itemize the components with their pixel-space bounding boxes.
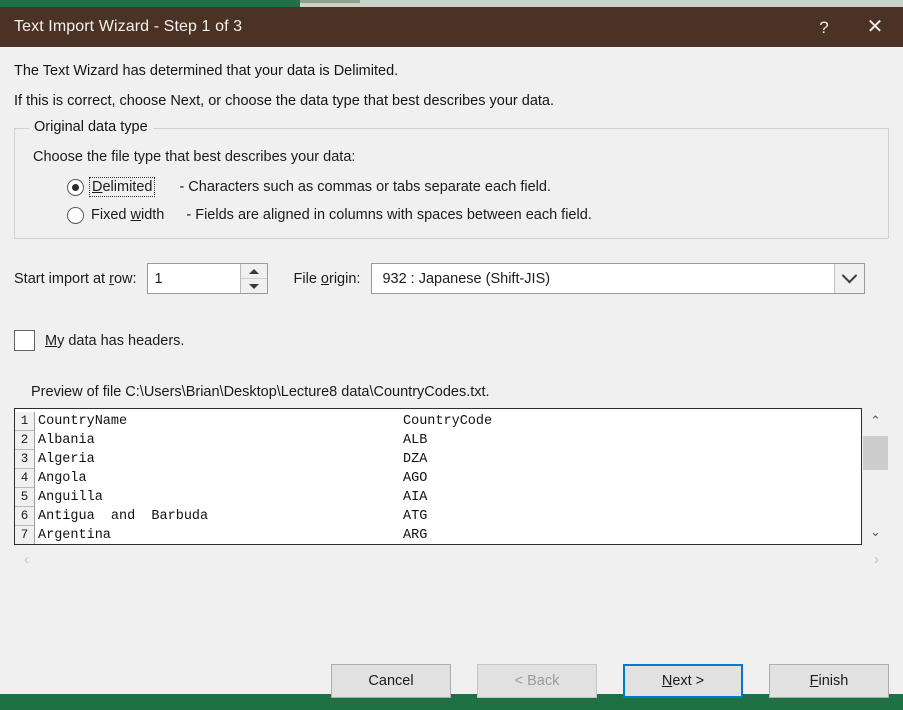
my-data-has-headers-row[interactable]: My data has headers.: [14, 330, 889, 351]
text-import-wizard-dialog: Text Import Wizard - Step 1 of 3 ? ✕ The…: [0, 7, 903, 694]
my-data-has-headers-checkbox[interactable]: [14, 330, 35, 351]
spin-up-icon[interactable]: [241, 264, 267, 279]
line-number: 5: [15, 488, 34, 507]
file-origin-select[interactable]: 932 : Japanese (Shift-JIS): [371, 263, 865, 294]
scroll-up-icon[interactable]: ⌃: [870, 408, 881, 434]
preview-cell-name: Albania: [35, 431, 403, 450]
chevron-down-icon[interactable]: [834, 264, 864, 293]
preview-row: CountryName CountryCode: [35, 412, 861, 431]
preview-file-label: Preview of file C:\Users\Brian\Desktop\L…: [31, 384, 889, 400]
next-button[interactable]: Next >: [623, 664, 743, 698]
preview-cell-code: DZA: [403, 450, 861, 469]
cancel-button[interactable]: Cancel: [331, 664, 451, 698]
file-origin-value[interactable]: 932 : Japanese (Shift-JIS): [372, 271, 834, 287]
ribbon-middle: [300, 0, 903, 7]
group-inner: Choose the file type that best describes…: [15, 129, 888, 229]
preview-row: Antigua and Barbuda ATG: [35, 507, 861, 526]
line-number: 7: [15, 526, 34, 545]
row-start-import-and-origin: Start import at row: 1 File origin: 932 …: [14, 263, 889, 294]
preview-row: Albania ALB: [35, 431, 861, 450]
preview-horizontal-scrollbar[interactable]: ‹ ›: [14, 547, 889, 572]
preview-cell-name: Algeria: [35, 450, 403, 469]
preview-row: Algeria DZA: [35, 450, 861, 469]
line-number: 4: [15, 469, 34, 488]
spin-down-icon[interactable]: [241, 279, 267, 293]
preview-row: Argentina ARG: [35, 526, 861, 545]
preview-cell-code: AGO: [403, 469, 861, 488]
radio-delimited-label[interactable]: Delimited: [91, 179, 153, 195]
accel-m: M: [45, 333, 57, 349]
back-button: < Back: [477, 664, 597, 698]
preview-cell-name: Argentina: [35, 526, 403, 545]
accel-d: D: [92, 179, 102, 195]
accel-r: r: [109, 271, 114, 287]
dialog-titlebar: Text Import Wizard - Step 1 of 3 ? ✕: [0, 7, 903, 47]
start-row-stepper[interactable]: 1: [147, 263, 268, 294]
start-import-at-row-label: Start import at row:: [14, 271, 137, 287]
radio-fixed-width-icon[interactable]: [67, 207, 84, 224]
vertical-scroll-thumb[interactable]: [863, 436, 888, 470]
line-number: 1: [15, 412, 34, 431]
my-data-has-headers-label[interactable]: My data has headers.: [45, 333, 184, 349]
radio-fixed-width-label[interactable]: Fixed width: [91, 207, 164, 223]
original-data-type-group: Original data type Choose the file type …: [14, 128, 889, 239]
accel-f: F: [810, 673, 819, 689]
preview-cell-name: Angola: [35, 469, 403, 488]
group-legend: Original data type: [29, 119, 153, 135]
preview-cell-code: ARG: [403, 526, 861, 545]
start-row-spin-buttons[interactable]: [240, 264, 267, 293]
preview-cell-name: Antigua and Barbuda: [35, 507, 403, 526]
vertical-scroll-track[interactable]: [862, 434, 889, 519]
preview-area: 1 2 3 4 5 6 7 CountryName CountryCode Al…: [14, 408, 889, 545]
preview-rows: CountryName CountryCode Albania ALB Alge…: [35, 412, 861, 544]
radio-row-delimited[interactable]: Delimited - Characters such as commas or…: [67, 173, 888, 201]
start-row-input[interactable]: 1: [148, 264, 240, 293]
ribbon-tab: [300, 0, 360, 3]
radio-fixed-width-description: - Fields are aligned in columns with spa…: [186, 207, 591, 223]
radio-row-fixed-width[interactable]: Fixed width - Fields are aligned in colu…: [67, 201, 888, 229]
preview-cell-name: Anguilla: [35, 488, 403, 507]
scroll-right-icon[interactable]: ›: [874, 551, 879, 568]
preview-cell-code: ALB: [403, 431, 861, 450]
preview-cell-code: ATG: [403, 507, 861, 526]
preview-cell-code: CountryCode: [403, 412, 861, 431]
line-number: 6: [15, 507, 34, 526]
choose-file-type-label: Choose the file type that best describes…: [33, 149, 888, 165]
preview-line-gutter: 1 2 3 4 5 6 7: [15, 412, 35, 544]
ribbon-left: [0, 0, 300, 7]
intro-line-1: The Text Wizard has determined that your…: [14, 63, 889, 79]
preview-row: Anguilla AIA: [35, 488, 861, 507]
dialog-title: Text Import Wizard - Step 1 of 3: [14, 18, 242, 36]
preview-cell-name: CountryName: [35, 412, 403, 431]
line-number: 3: [15, 450, 34, 469]
file-origin-label: File origin:: [294, 271, 361, 287]
accel-w: w: [131, 207, 141, 223]
radio-delimited-description: - Characters such as commas or tabs sepa…: [179, 179, 551, 195]
dialog-body: The Text Wizard has determined that your…: [0, 63, 903, 710]
radio-delimited-icon[interactable]: [67, 179, 84, 196]
help-icon[interactable]: ?: [801, 7, 847, 47]
scroll-left-icon[interactable]: ‹: [24, 551, 29, 568]
accel-n: N: [662, 673, 672, 689]
intro-line-2: If this is correct, choose Next, or choo…: [14, 93, 889, 109]
dialog-button-bar: Cancel < Back Next > Finish: [0, 664, 903, 698]
preview-cell-code: AIA: [403, 488, 861, 507]
preview-pane[interactable]: 1 2 3 4 5 6 7 CountryName CountryCode Al…: [14, 408, 862, 545]
scroll-down-icon[interactable]: ⌄: [870, 519, 881, 545]
finish-button[interactable]: Finish: [769, 664, 889, 698]
preview-row: Angola AGO: [35, 469, 861, 488]
accel-o: o: [321, 271, 329, 287]
preview-vertical-scrollbar[interactable]: ⌃ ⌄: [862, 408, 889, 545]
line-number: 2: [15, 431, 34, 450]
close-icon[interactable]: ✕: [847, 7, 903, 47]
